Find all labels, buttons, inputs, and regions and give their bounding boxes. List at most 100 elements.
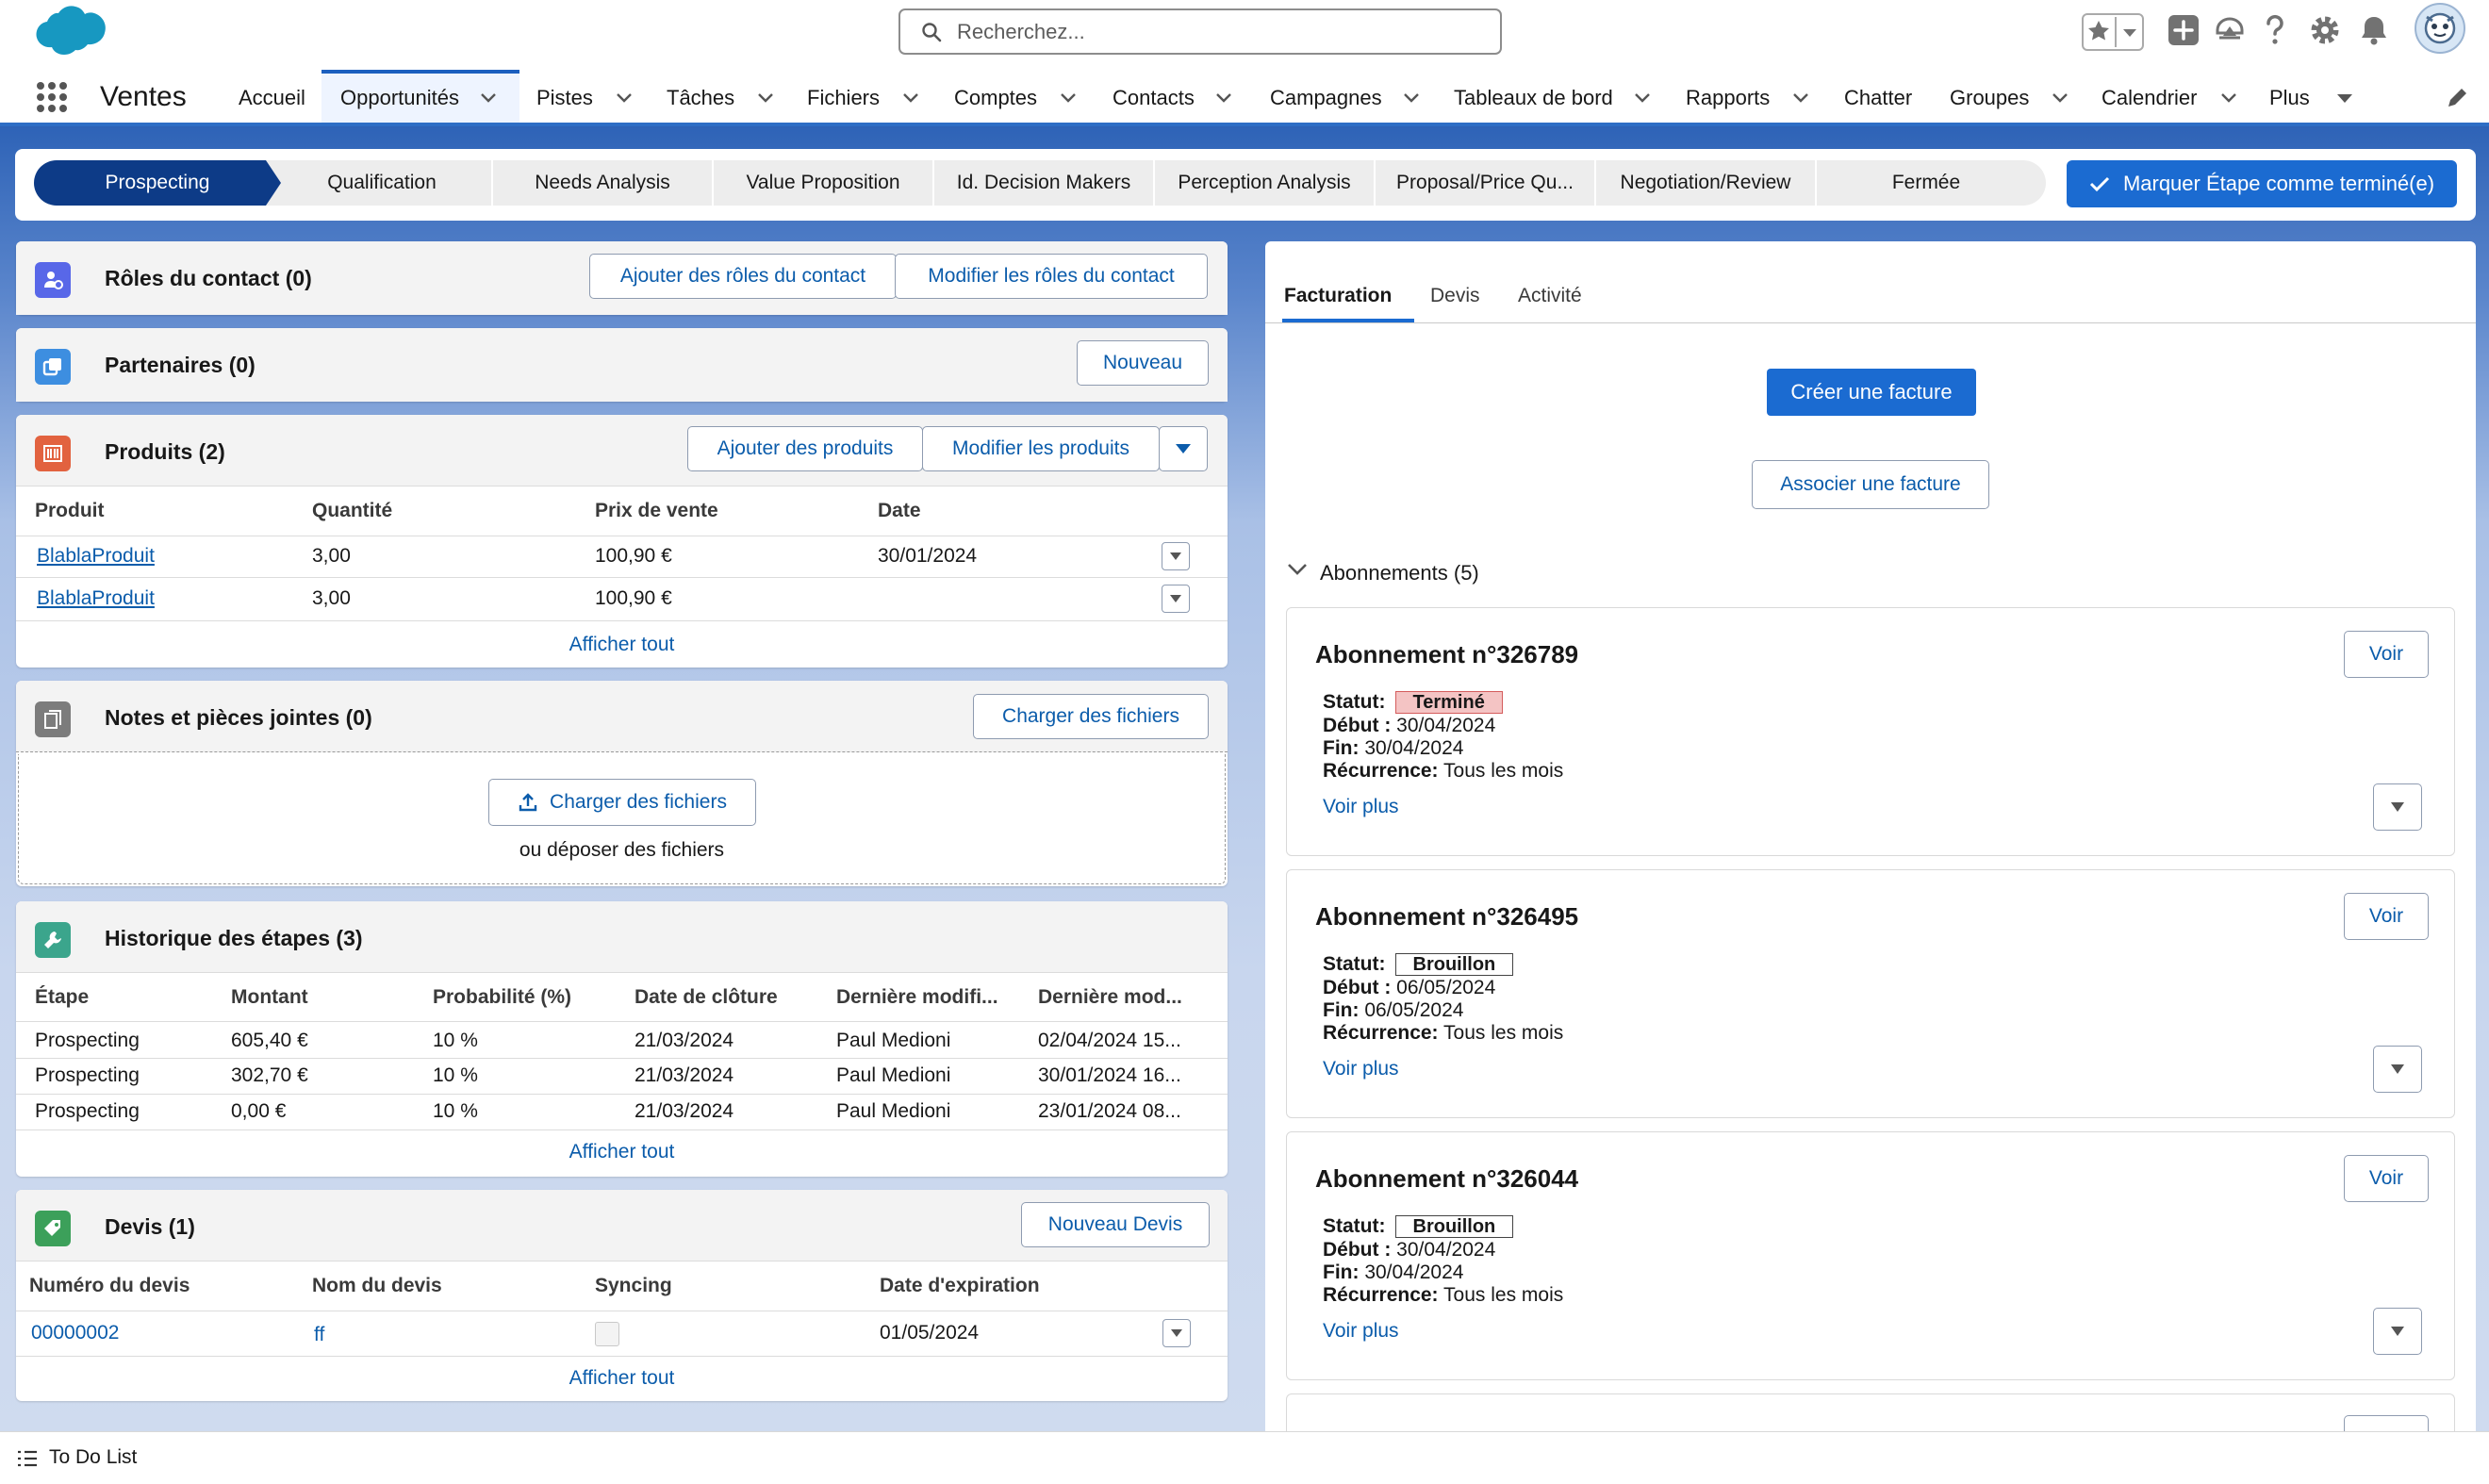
chevron-down-icon[interactable] — [2220, 92, 2237, 104]
subscription-actions-button[interactable] — [2373, 1046, 2422, 1093]
stage-prospecting[interactable]: Prospecting — [34, 160, 281, 206]
edit-nav-pencil-icon[interactable] — [2446, 87, 2468, 109]
app-launcher-icon[interactable] — [36, 81, 68, 113]
global-search[interactable] — [898, 8, 1502, 55]
user-avatar[interactable] — [2414, 2, 2466, 55]
status-badge: Terminé — [1394, 691, 1503, 715]
create-invoice-button[interactable]: Créer une facture — [1767, 369, 1976, 416]
chevron-down-icon[interactable] — [616, 92, 633, 104]
gear-icon[interactable] — [2308, 13, 2342, 47]
subscription-actions-button[interactable] — [2373, 783, 2422, 831]
favorites-star-icon[interactable] — [2082, 13, 2144, 51]
stage-qualification[interactable]: Qualification — [272, 160, 492, 206]
edit-products-button[interactable]: Modifier les produits — [922, 426, 1160, 471]
product-date: 30/01/2024 — [878, 545, 978, 567]
drop-zone-upload-button[interactable]: Charger des fichiers — [488, 779, 756, 826]
salesforce-logo[interactable] — [21, 4, 111, 62]
notifications-bell-icon[interactable] — [2357, 13, 2391, 47]
chevron-down-icon[interactable] — [480, 92, 497, 104]
nav-item-comptes[interactable]: Comptes — [954, 74, 1077, 123]
nav-item-contacts[interactable]: Contacts — [1113, 74, 1232, 123]
upload-files-button[interactable]: Charger des fichiers — [973, 694, 1209, 739]
cell: 10 % — [433, 1100, 478, 1122]
nav-item-plus[interactable]: Plus — [2269, 74, 2353, 123]
see-more-link[interactable]: Voir plus — [1323, 796, 1399, 818]
show-all-link[interactable]: Afficher tout — [16, 1367, 1228, 1390]
chevron-down-icon[interactable] — [1792, 92, 1809, 104]
nav-item-tableaux-de-bord[interactable]: Tableaux de bord — [1454, 74, 1651, 123]
nav-item-chatter[interactable]: Chatter — [1844, 74, 1912, 123]
new-quote-button[interactable]: Nouveau Devis — [1021, 1202, 1210, 1247]
stage-proposal-price-quote[interactable]: Proposal/Price Qu... — [1375, 160, 1595, 206]
see-more-link[interactable]: Voir plus — [1323, 1058, 1399, 1080]
attachment-icon — [35, 701, 71, 737]
link-label: Afficher tout — [569, 634, 675, 655]
stage-label: Perception Analysis — [1178, 172, 1351, 193]
column-header: Nom du devis — [312, 1275, 442, 1296]
caret-down-icon — [2336, 92, 2353, 104]
nav-item-campagnes[interactable]: Campagnes — [1270, 74, 1420, 123]
nav-item-groupes[interactable]: Groupes — [1950, 74, 2069, 123]
button-label: Modifier les rôles du contact — [928, 265, 1175, 287]
view-subscription-button[interactable]: Voir — [2344, 893, 2429, 940]
new-partner-button[interactable]: Nouveau — [1077, 340, 1209, 386]
chevron-down-icon[interactable] — [2052, 92, 2069, 104]
show-all-link[interactable]: Afficher tout — [16, 634, 1228, 656]
tab-facturation[interactable]: Facturation — [1284, 285, 1392, 307]
chevron-down-icon[interactable] — [1060, 92, 1077, 104]
nav-item-pistes[interactable]: Pistes — [536, 74, 633, 123]
mark-stage-complete-button[interactable]: Marquer Étape comme terminé(e) — [2067, 160, 2457, 207]
chevron-down-icon[interactable] — [1286, 562, 1309, 577]
help-icon[interactable] — [2261, 13, 2289, 47]
nav-item-calendrier[interactable]: Calendrier — [2102, 74, 2237, 123]
subscriptions-header[interactable]: Abonnements (5) — [1320, 561, 1479, 585]
cell: 10 % — [433, 1064, 478, 1086]
link-invoice-button[interactable]: Associer une facture — [1752, 460, 1989, 509]
product-link[interactable]: BlablaProduit — [37, 545, 155, 568]
stage-needs-analysis[interactable]: Needs Analysis — [492, 160, 713, 206]
tab-devis[interactable]: Devis — [1430, 285, 1480, 307]
nav-item-accueil[interactable]: Accueil — [239, 74, 305, 123]
show-all-link[interactable]: Afficher tout — [16, 1141, 1228, 1163]
stage-perception-analysis[interactable]: Perception Analysis — [1154, 160, 1375, 206]
view-subscription-button[interactable]: Voir — [2344, 631, 2429, 678]
chevron-down-icon[interactable] — [757, 92, 774, 104]
cell: Paul Medioni — [836, 1030, 951, 1051]
products-more-actions-button[interactable] — [1159, 426, 1208, 471]
start-label: Début : — [1323, 1239, 1392, 1261]
add-contact-roles-button[interactable]: Ajouter des rôles du contact — [589, 254, 897, 299]
column-header: Quantité — [312, 500, 393, 521]
app-navigation: Ventes Accueil Opportunités Pistes Tâche… — [0, 70, 2489, 126]
syncing-checkbox — [595, 1322, 619, 1346]
trailhead-icon[interactable] — [2212, 13, 2248, 47]
row-actions-button[interactable] — [1162, 542, 1190, 570]
chevron-down-icon[interactable] — [1634, 92, 1651, 104]
button-label: Ajouter des produits — [717, 437, 894, 459]
row-actions-button[interactable] — [1162, 585, 1190, 613]
chevron-down-icon[interactable] — [1403, 92, 1420, 104]
chevron-down-icon[interactable] — [902, 92, 919, 104]
stage-fermee[interactable]: Fermée — [1816, 160, 2036, 206]
nav-item-rapports[interactable]: Rapports — [1686, 74, 1809, 123]
add-products-button[interactable]: Ajouter des produits — [687, 426, 923, 471]
stage-negotiation-review[interactable]: Negotiation/Review — [1595, 160, 1816, 206]
nav-item-taches[interactable]: Tâches — [667, 74, 774, 123]
view-subscription-button[interactable]: Voir — [2344, 1155, 2429, 1202]
chevron-down-icon[interactable] — [1215, 92, 1232, 104]
search-input[interactable] — [957, 16, 1485, 48]
quote-name-link[interactable]: ff — [314, 1324, 324, 1346]
quote-number-link[interactable]: 00000002 — [31, 1322, 119, 1344]
tab-activite[interactable]: Activité — [1518, 285, 1582, 307]
edit-contact-roles-button[interactable]: Modifier les rôles du contact — [895, 254, 1208, 299]
subscription-actions-button[interactable] — [2373, 1308, 2422, 1355]
nav-item-fichiers[interactable]: Fichiers — [807, 74, 919, 123]
product-link[interactable]: BlablaProduit — [37, 587, 155, 610]
stage-id-decision-makers[interactable]: Id. Decision Makers — [933, 160, 1154, 206]
status-badge: Brouillon — [1394, 1215, 1514, 1239]
todo-list-item[interactable]: To Do List — [49, 1446, 137, 1469]
row-actions-button[interactable] — [1162, 1319, 1191, 1347]
see-more-link[interactable]: Voir plus — [1323, 1320, 1399, 1343]
nav-item-opportunites[interactable]: Opportunités — [321, 70, 519, 123]
global-actions-icon[interactable] — [2167, 13, 2201, 47]
stage-value-proposition[interactable]: Value Proposition — [713, 160, 933, 206]
